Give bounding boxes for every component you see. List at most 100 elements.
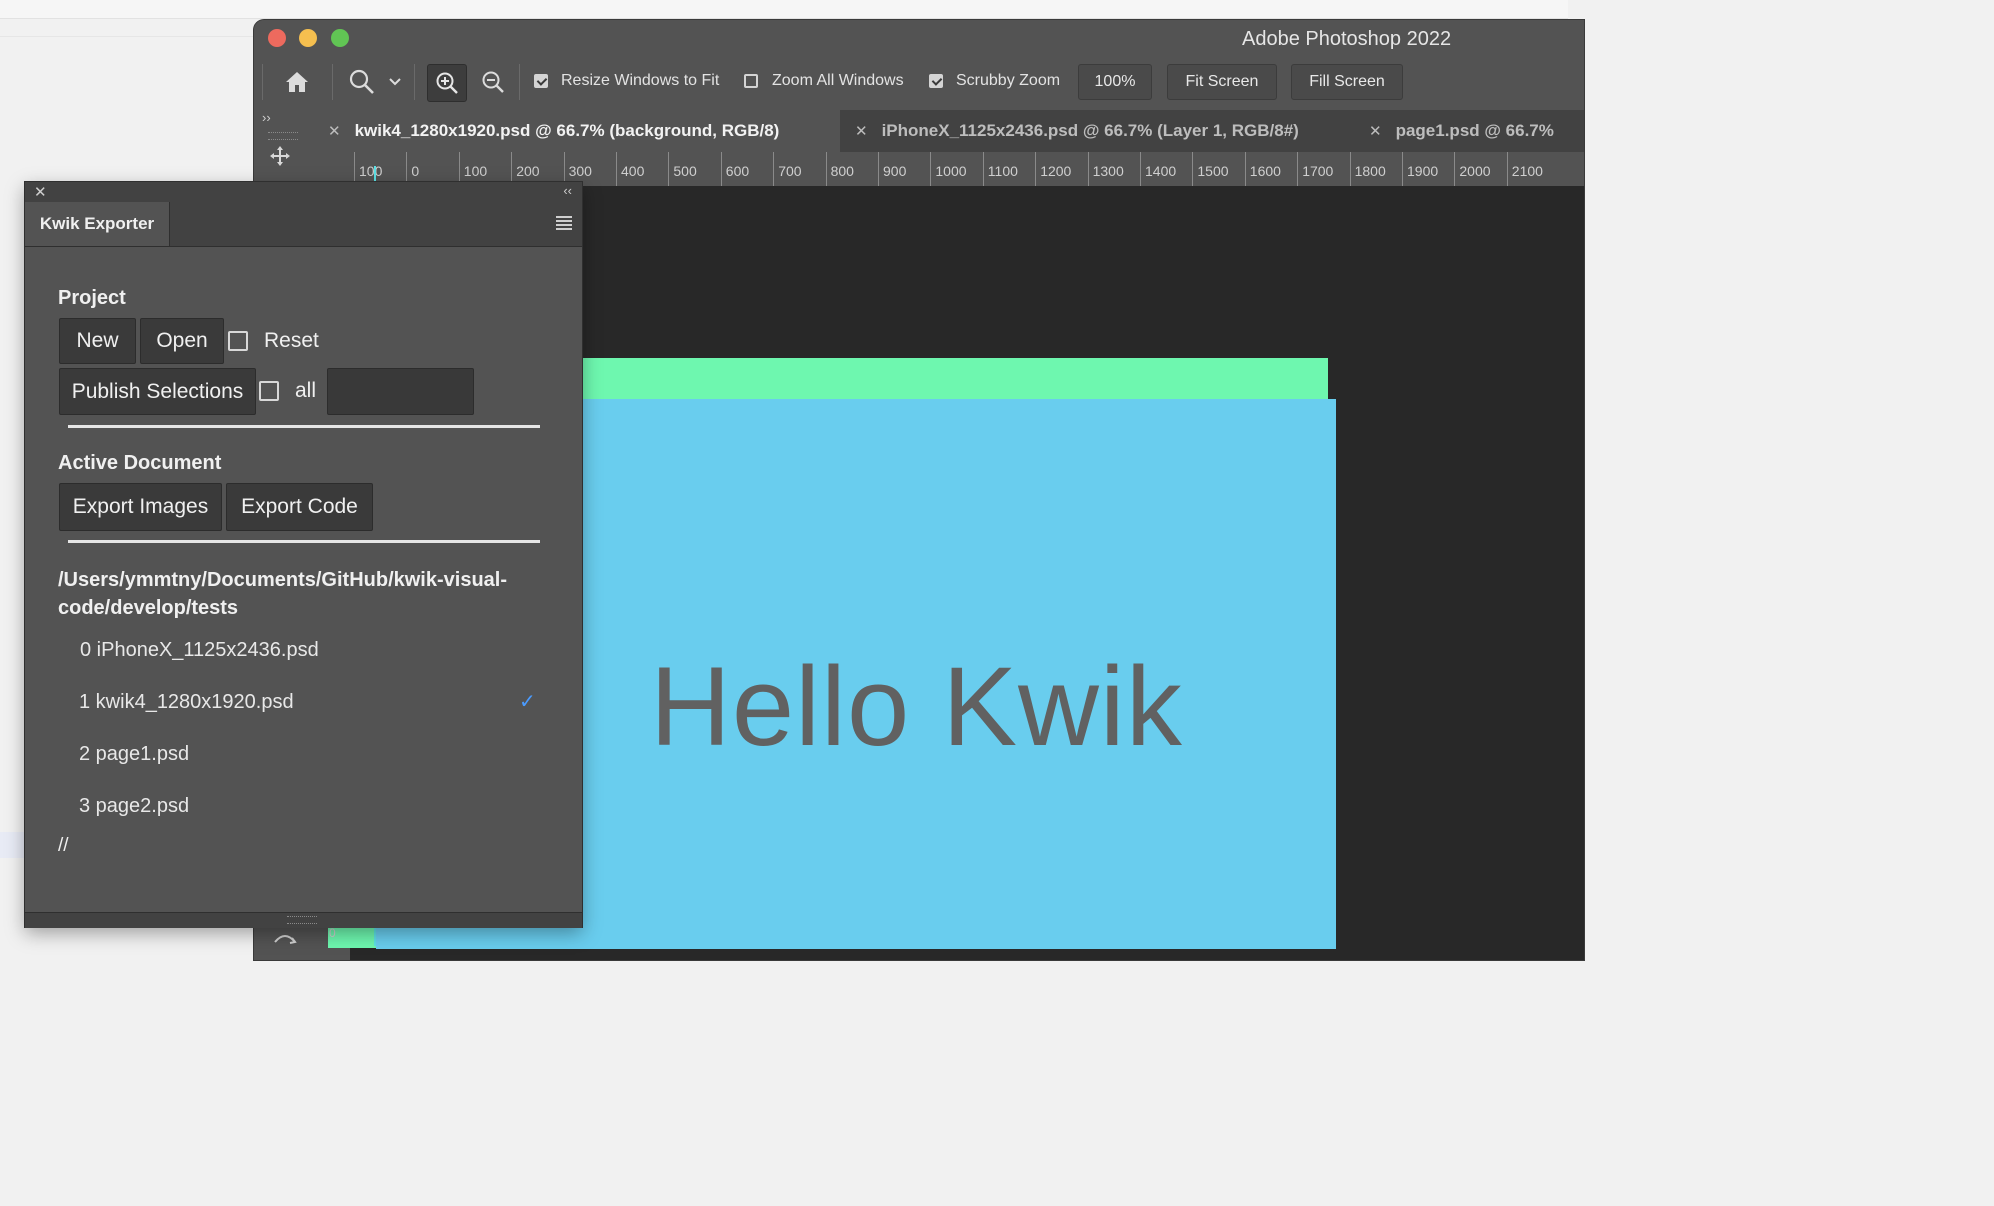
close-icon[interactable]: ✕ bbox=[855, 122, 868, 140]
file-list-item[interactable]: 3 page2.psd bbox=[79, 795, 189, 818]
window-minimize-button[interactable] bbox=[299, 29, 317, 47]
ruler-tick-label: 1700 bbox=[1302, 163, 1334, 179]
ruler-tick-label: 2000 bbox=[1459, 163, 1491, 179]
panel-bottom-bar bbox=[25, 912, 582, 928]
open-button[interactable]: Open bbox=[140, 318, 224, 364]
new-button[interactable]: New bbox=[59, 318, 136, 364]
fit-screen-button[interactable]: Fit Screen bbox=[1167, 64, 1277, 100]
file-list-item[interactable]: 1 kwik4_1280x1920.psd bbox=[79, 691, 294, 714]
doc-tab-kwik4[interactable]: ✕ kwik4_1280x1920.psd @ 66.7% (backgroun… bbox=[316, 110, 840, 152]
ruler-tick: 1000 bbox=[930, 152, 967, 186]
close-icon[interactable]: ✕ bbox=[328, 122, 341, 140]
reset-checkbox[interactable] bbox=[228, 331, 248, 351]
background-selection bbox=[0, 832, 26, 858]
ruler-tick: 1300 bbox=[1087, 152, 1124, 186]
collapse-tools-icon[interactable]: ›› bbox=[262, 110, 271, 125]
vertical-ruler-label: 0 bbox=[329, 926, 336, 940]
ruler-tick-label: 300 bbox=[568, 163, 592, 179]
ruler-tick-label: 900 bbox=[883, 163, 907, 179]
ruler-tick: 400 bbox=[616, 152, 644, 186]
ruler-tick-label: 1500 bbox=[1197, 163, 1229, 179]
doc-tab-page1[interactable]: ✕ page1.psd @ 66.7% bbox=[1357, 110, 1584, 152]
resize-windows-label: Resize Windows to Fit bbox=[561, 72, 720, 89]
publish-selections-input[interactable] bbox=[327, 368, 474, 415]
ruler-tick: 1900 bbox=[1402, 152, 1438, 186]
ruler-tick-label: 800 bbox=[830, 163, 854, 179]
ruler-tick-label: 200 bbox=[516, 163, 540, 179]
ruler-tick: 500 bbox=[668, 152, 697, 186]
reset-label: Reset bbox=[264, 329, 319, 352]
ruler-tick: 1700 bbox=[1297, 152, 1333, 186]
ruler-tick: 200 bbox=[511, 152, 540, 186]
collapse-panel-icon[interactable]: ‹‹ bbox=[563, 183, 572, 198]
ruler-tick: 300 bbox=[563, 152, 592, 186]
window-zoom-button[interactable] bbox=[331, 29, 349, 47]
all-checkbox[interactable] bbox=[259, 381, 279, 401]
title-bar: Adobe Photoshop 2022 bbox=[254, 20, 1584, 60]
doc-tab-label: page1.psd @ 66.7% bbox=[1395, 121, 1554, 140]
window-close-button[interactable] bbox=[268, 29, 286, 47]
ruler-tick-label: 1200 bbox=[1040, 163, 1072, 179]
ruler-tick: 800 bbox=[825, 152, 854, 186]
panel-resize-grip[interactable] bbox=[287, 916, 317, 924]
file-list-item[interactable]: 0 iPhoneX_1125x2436.psd bbox=[80, 639, 319, 662]
ruler-tick-label: 500 bbox=[673, 163, 697, 179]
zoom-level-field[interactable]: 100% bbox=[1078, 64, 1152, 100]
ruler-tick: 1400 bbox=[1140, 152, 1176, 186]
fill-screen-button[interactable]: Fill Screen bbox=[1291, 64, 1403, 100]
file-list-item[interactable]: 2 page1.psd bbox=[79, 743, 189, 766]
export-images-button[interactable]: Export Images bbox=[59, 483, 222, 531]
close-icon[interactable]: ✕ bbox=[34, 183, 47, 201]
doc-tab-iphonex[interactable]: ✕ iPhoneX_1125x2436.psd @ 66.7% (Layer 1… bbox=[843, 110, 1351, 152]
zoom-in-icon[interactable] bbox=[427, 64, 467, 102]
chevron-down-icon[interactable] bbox=[384, 64, 406, 100]
doc-tab-label: kwik4_1280x1920.psd @ 66.7% (background,… bbox=[354, 121, 780, 140]
options-bar-separator bbox=[519, 64, 520, 100]
publish-selections-button[interactable]: Publish Selections bbox=[59, 368, 256, 415]
ruler-tick-label: 0 bbox=[411, 163, 420, 179]
ruler-tick: 100 bbox=[458, 152, 487, 186]
ruler-tick: 2000 bbox=[1454, 152, 1491, 186]
ruler-tick-label: 100 bbox=[359, 163, 383, 179]
background-app-strip bbox=[0, 0, 1568, 19]
zoom-all-windows-checkbox[interactable] bbox=[744, 74, 758, 88]
ruler-tick-label: 600 bbox=[725, 163, 750, 179]
home-icon[interactable] bbox=[280, 64, 314, 100]
export-code-button[interactable]: Export Code bbox=[226, 483, 373, 531]
tab-kwik-exporter[interactable]: Kwik Exporter bbox=[25, 202, 170, 246]
ruler-tick-label: 2100 bbox=[1511, 163, 1543, 179]
ruler-tick: 1100 bbox=[982, 152, 1018, 186]
canvas-text-layer: Hello Kwik bbox=[650, 644, 1183, 769]
panel-header[interactable]: ✕ ‹‹ bbox=[25, 182, 582, 202]
ruler-tick-label: 1300 bbox=[1092, 163, 1124, 179]
rotate-view-icon[interactable] bbox=[272, 928, 298, 953]
ruler-tick: 100 bbox=[354, 152, 382, 186]
zoom-out-icon[interactable] bbox=[476, 64, 510, 100]
ruler-tick: 1500 bbox=[1192, 152, 1229, 186]
panel-menu-icon[interactable] bbox=[556, 216, 572, 232]
ruler-tick: 600 bbox=[720, 152, 749, 186]
ruler-tick-label: 400 bbox=[621, 163, 645, 179]
checkmark-icon: ✓ bbox=[519, 691, 536, 713]
tools-grip[interactable] bbox=[268, 132, 298, 140]
project-path: /Users/ymmtny/Documents/GitHub/kwik-visu… bbox=[58, 569, 508, 619]
ruler-tick: 0 bbox=[406, 152, 419, 186]
zoom-tool-icon[interactable] bbox=[344, 64, 380, 100]
app-title: Adobe Photoshop 2022 bbox=[1242, 28, 1452, 50]
ruler-tick-label: 1600 bbox=[1249, 163, 1281, 179]
resize-windows-checkbox[interactable] bbox=[534, 74, 548, 88]
ruler-tick-label: 1800 bbox=[1354, 163, 1386, 179]
section-divider bbox=[68, 540, 540, 543]
zoom-all-windows-label: Zoom All Windows bbox=[772, 72, 904, 89]
ruler-tick: 700 bbox=[773, 152, 802, 186]
panel-footer-text: // bbox=[58, 835, 69, 856]
doc-tab-label: iPhoneX_1125x2436.psd @ 66.7% (Layer 1, … bbox=[881, 121, 1299, 140]
close-icon[interactable]: ✕ bbox=[1369, 122, 1382, 140]
kwik-exporter-panel: ✕ ‹‹ Kwik Exporter Project New Open Rese… bbox=[25, 182, 582, 928]
document-tab-bar: ✕ kwik4_1280x1920.psd @ 66.7% (backgroun… bbox=[316, 110, 1584, 152]
move-tool-icon[interactable] bbox=[268, 144, 292, 173]
project-section-title: Project bbox=[58, 287, 126, 309]
options-bar-grip bbox=[262, 64, 263, 100]
ruler-tick: 2100 bbox=[1506, 152, 1543, 186]
scrubby-zoom-checkbox[interactable] bbox=[929, 74, 943, 88]
